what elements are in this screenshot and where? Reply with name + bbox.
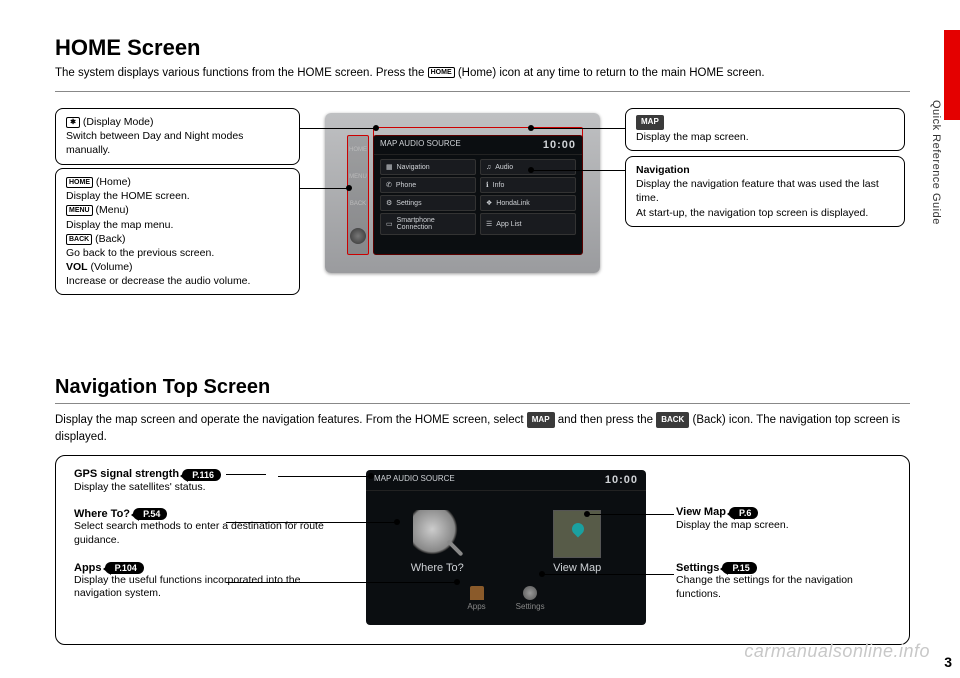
tile-settings-small: Settings <box>516 586 545 611</box>
device-side-buttons: HOME MENU BACK <box>347 135 369 255</box>
tile-apps-small: Apps <box>467 586 485 611</box>
home-screen-diagram: ✱ (Display Mode) Switch between Day and … <box>55 108 910 368</box>
nav-top-intro: Display the map screen and operate the n… <box>55 412 910 445</box>
tile-navigation: ▦Navigation <box>380 159 476 175</box>
tile-hondalink: ❖HondaLink <box>480 195 576 211</box>
tile-view-map: View Map <box>553 510 601 574</box>
tile-phone: ✆Phone <box>380 177 476 193</box>
device-screen: MAP AUDIO SOURCE 10:00 ▦Navigation ♫Audi… <box>373 135 583 255</box>
watermark: carmanualsonline.info <box>744 641 930 662</box>
tile-smartphone: ▭Smartphone Connection <box>380 213 476 235</box>
back-icon: BACK <box>656 412 689 428</box>
nav-screen-mockup: MAP AUDIO SOURCE 10:00 Where To? View Ma… <box>366 470 646 625</box>
map-icon: MAP <box>527 412 555 428</box>
item-settings: Settings P.15 Change the settings for th… <box>676 562 886 601</box>
callout-side-buttons: HOME (Home) Display the HOME screen. MEN… <box>55 168 300 295</box>
tile-info: ℹInfo <box>480 177 576 193</box>
item-gps: GPS signal strength P.116 Display the sa… <box>74 468 344 494</box>
home-icon: HOME <box>66 177 93 188</box>
search-icon <box>413 510 461 558</box>
page-ref: P.54 <box>133 508 167 520</box>
tile-settings: ⚙Settings <box>380 195 476 211</box>
home-icon: HOME <box>428 67 455 78</box>
menu-icon: MENU <box>66 205 93 216</box>
item-view-map: View Map P.6 Display the map screen. <box>676 506 886 532</box>
tile-where-to: Where To? <box>411 510 464 574</box>
page-ref: P.104 <box>105 562 144 574</box>
page-number: 3 <box>944 654 952 670</box>
callout-navigation: Navigation Display the navigation featur… <box>625 156 905 227</box>
map-icon: MAP <box>636 115 664 130</box>
item-where-to: Where To? P.54 Select search methods to … <box>74 508 344 547</box>
callout-display-mode: ✱ (Display Mode) Switch between Day and … <box>55 108 300 165</box>
page-ref: P.6 <box>729 507 758 519</box>
item-apps: Apps P.104 Display the useful functions … <box>74 562 344 601</box>
intro-text: The system displays various functions fr… <box>55 65 910 81</box>
callout-map: MAP Display the map screen. <box>625 108 905 151</box>
page-ref: P.116 <box>182 469 221 481</box>
page-ref: P.15 <box>722 562 756 574</box>
page-title: HOME Screen <box>55 35 910 61</box>
section-title-nav-top: Navigation Top Screen <box>55 376 910 399</box>
volume-knob-icon <box>350 228 366 244</box>
side-label: Quick Reference Guide <box>930 100 942 225</box>
brightness-icon: ✱ <box>66 117 80 128</box>
device-mockup: HOME MENU BACK MAP AUDIO SOURCE 10:00 ▦N… <box>325 113 600 273</box>
side-tab <box>944 30 960 120</box>
back-icon: BACK <box>66 234 92 245</box>
tile-applist: ☰App List <box>480 213 576 235</box>
nav-top-diagram: GPS signal strength P.116 Display the sa… <box>55 455 910 645</box>
map-icon <box>553 510 601 558</box>
